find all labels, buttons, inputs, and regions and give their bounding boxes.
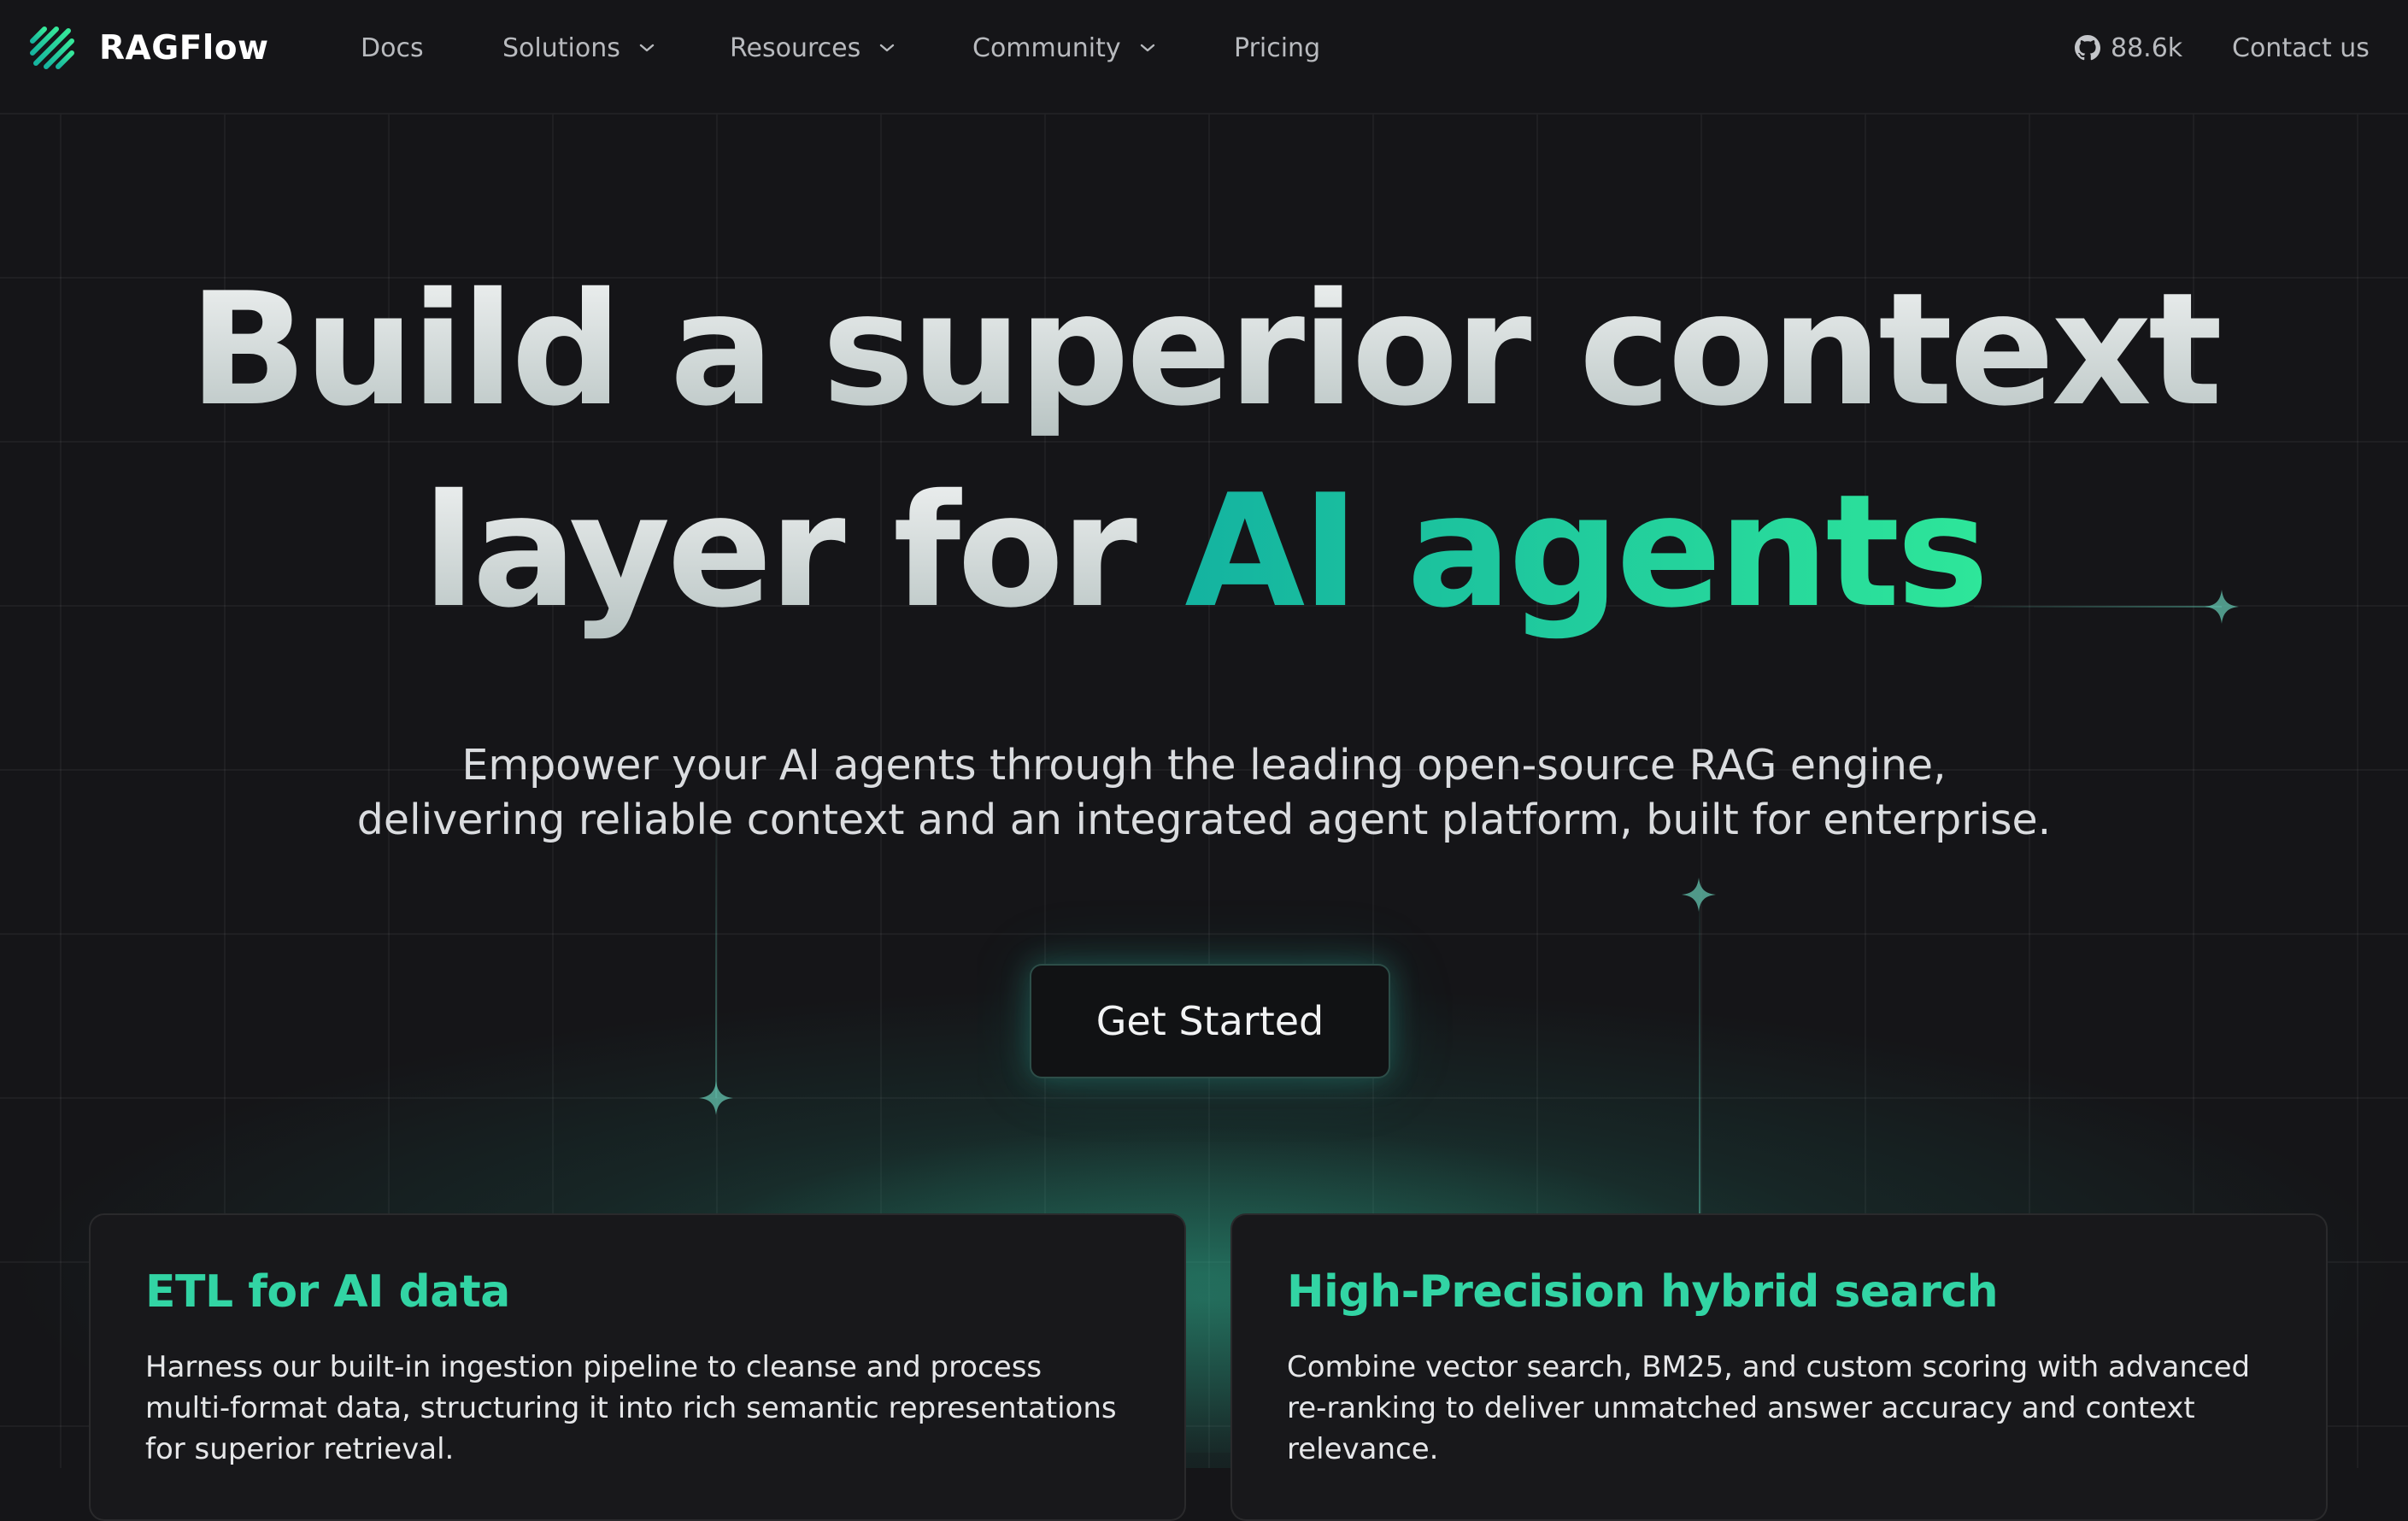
top-navbar: RAGFlow Docs Solutions Resources Communi…: [0, 0, 2408, 115]
hero-title-text: Build a superior context: [188, 259, 2223, 440]
feature-card-hybrid-search: High-Precision hybrid search Combine vec…: [1230, 1213, 2328, 1521]
hero-subtitle-line-1: Empower your AI agents through the leadi…: [461, 741, 1947, 790]
feature-card-etl: ETL for AI data Harness our built-in ing…: [89, 1213, 1186, 1521]
feature-card-title: High-Precision hybrid search: [1287, 1266, 1999, 1318]
github-stars-count: 88.6k: [2111, 32, 2183, 63]
nav-docs-label: Docs: [361, 32, 424, 63]
brand-name: RAGFlow: [99, 28, 269, 68]
ragflow-logo-icon: [30, 26, 74, 69]
hero-title-line-2: layer for AI agents: [0, 473, 2408, 629]
nav-resources[interactable]: Resources: [730, 27, 895, 68]
chevron-down-icon: [639, 44, 655, 52]
nav-resources-label: Resources: [730, 32, 861, 63]
nav-pricing[interactable]: Pricing: [1234, 27, 1320, 68]
nav-community[interactable]: Community: [972, 27, 1155, 68]
feature-card-body: Combine vector search, BM25, and custom …: [1287, 1350, 2251, 1466]
github-stars-link[interactable]: 88.6k: [2075, 27, 2182, 68]
chevron-down-icon: [880, 44, 895, 52]
github-icon: [2075, 35, 2100, 61]
brand-logo-link[interactable]: RAGFlow: [29, 24, 269, 72]
sparkle-icon: [1682, 878, 1716, 912]
nav-pricing-label: Pricing: [1234, 32, 1321, 63]
decor-line-right: [1699, 897, 1700, 1213]
nav-docs[interactable]: Docs: [361, 27, 424, 68]
chevron-down-icon: [1140, 44, 1154, 52]
sparkle-icon: [699, 1081, 733, 1115]
contact-us-link[interactable]: Contact us: [2232, 27, 2370, 68]
hero-subtitle-line-2: delivering reliable context and an integ…: [356, 796, 2052, 844]
hero-title-highlight: AI agents: [1184, 461, 1988, 642]
hero-title-plain: layer for: [422, 461, 1185, 642]
nav-community-label: Community: [972, 32, 1121, 63]
feature-card-title: ETL for AI data: [145, 1266, 510, 1318]
nav-solutions-label: Solutions: [502, 32, 620, 63]
get-started-button[interactable]: Get Started: [1030, 964, 1390, 1078]
hero-title-line-1: Build a superior context: [0, 272, 2408, 427]
nav-solutions[interactable]: Solutions: [502, 27, 655, 68]
feature-card-body: Harness our built-in ingestion pipeline …: [145, 1350, 1117, 1466]
contact-us-label: Contact us: [2232, 32, 2370, 63]
decor-line-left: [715, 829, 717, 1098]
